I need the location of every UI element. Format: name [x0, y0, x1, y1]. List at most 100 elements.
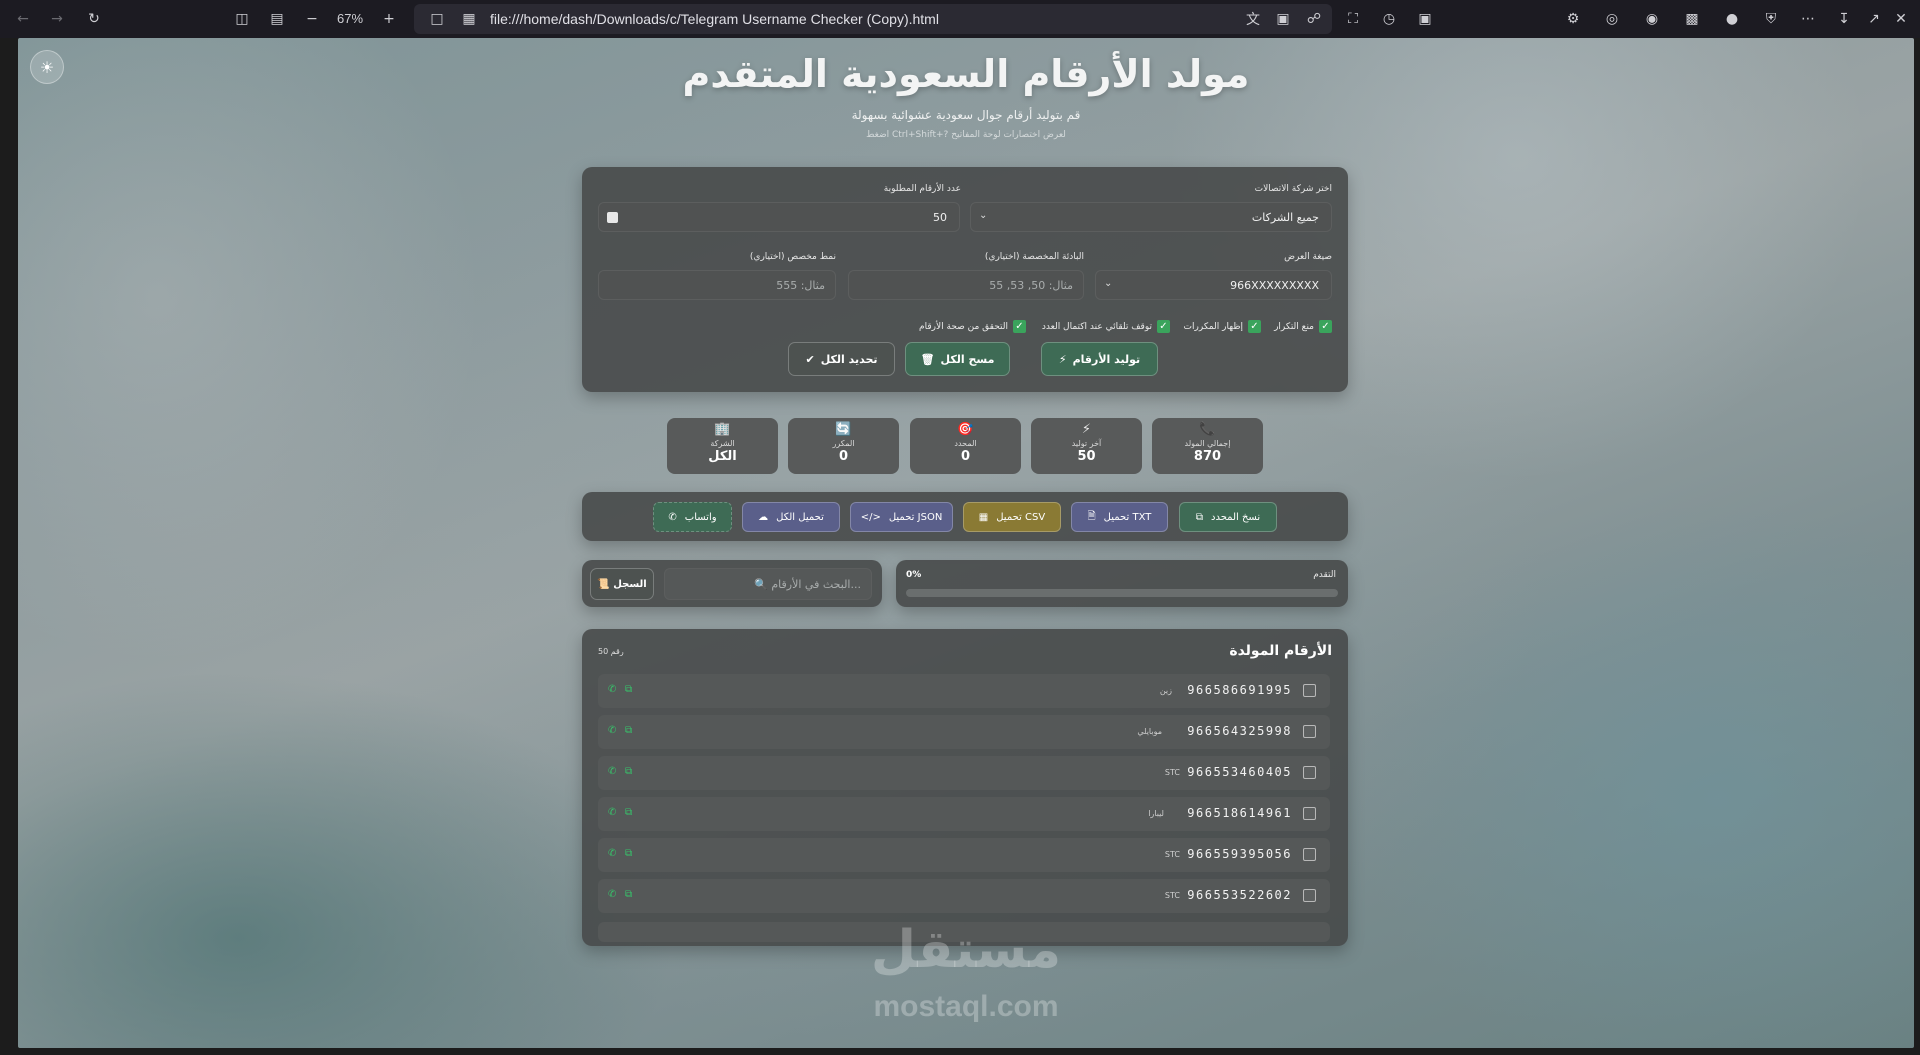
option-no-duplicates[interactable]: منع التكرار ✓	[1274, 320, 1332, 333]
phone-number[interactable]: 966564325998	[1187, 724, 1292, 738]
shield-icon[interactable]: ⛨	[1760, 8, 1782, 30]
phone-number[interactable]: 966553460405	[1187, 765, 1292, 779]
option-auto-stop[interactable]: توقف تلقائي عند اكتمال العدد ✓	[1042, 320, 1170, 333]
zoom-out-icon[interactable]: −	[301, 8, 323, 30]
count-input[interactable]: 50	[598, 202, 960, 232]
format-select[interactable]: 966XXXXXXXXX ⌄	[1095, 270, 1332, 300]
copy-selected-button[interactable]: ⧉ نسخ المحدد	[1179, 502, 1277, 532]
extensions-icon[interactable]: ⚙	[1562, 8, 1584, 30]
copy-icon[interactable]: ⧉	[625, 684, 632, 695]
download-txt-button[interactable]: 🗎 تحميل TXT	[1071, 502, 1168, 532]
stat-selected: 🎯 المحدد 0	[910, 418, 1021, 474]
history-button[interactable]: 📜 السجل	[590, 568, 654, 600]
carrier-tag: ليبارا	[1148, 809, 1164, 818]
row-checkbox[interactable]	[1303, 848, 1316, 861]
zoom-in-icon[interactable]: +	[378, 8, 400, 30]
option-label: توقف تلقائي عند اكتمال العدد	[1041, 321, 1152, 332]
bookmark-icon[interactable]: ☍	[1303, 8, 1325, 30]
copy-icon[interactable]: ⧉	[625, 848, 632, 859]
row-checkbox[interactable]	[1303, 684, 1316, 697]
sidebar-icon[interactable]: ◫	[231, 8, 253, 30]
results-title: الأرقام المولدة	[1229, 643, 1332, 659]
row-checkbox[interactable]	[1303, 889, 1316, 902]
pattern-input[interactable]: مثال: 555	[598, 270, 836, 300]
copy-icon[interactable]: ⧉	[625, 889, 632, 900]
extension-icon-4[interactable]: ●	[1721, 8, 1743, 30]
phone-icon: 📞	[1199, 422, 1216, 437]
chevron-down-icon: ⌄	[1104, 278, 1113, 289]
phone-icon[interactable]: ✆	[608, 889, 616, 900]
checkbox-checked-icon[interactable]: ✓	[1319, 320, 1332, 333]
download-csv-button[interactable]: ▦ تحميل CSV	[963, 502, 1061, 532]
phone-icon[interactable]: ✆	[608, 848, 616, 859]
reader-icon[interactable]: ▤	[266, 8, 288, 30]
translate-icon[interactable]: 文	[1242, 8, 1264, 30]
screenshot-icon[interactable]: ▣	[1414, 8, 1436, 30]
phone-icon[interactable]: ✆	[608, 725, 616, 736]
copy-icon[interactable]: ⧉	[625, 766, 632, 777]
url-bar[interactable]: □ ▦ file:///home/dash/Downloads/c/Telegr…	[414, 4, 1332, 34]
url-text[interactable]: file:///home/dash/Downloads/c/Telegram U…	[490, 11, 939, 27]
copy-icon[interactable]: ⧉	[625, 807, 632, 818]
search-card: 🔍 البحث في الأرقام... 📜 السجل	[582, 560, 882, 607]
stat-carrier: 🏢 الشركة الكل	[667, 418, 778, 474]
page-icon: □	[430, 11, 444, 27]
checkbox-checked-icon[interactable]: ✓	[1013, 320, 1026, 333]
phone-icon[interactable]: ✆	[608, 807, 616, 818]
table-row: 966586691995 زين ✆ ⧉	[598, 674, 1330, 708]
search-input[interactable]: 🔍 البحث في الأرقام...	[664, 568, 872, 600]
target-icon: 🎯	[957, 422, 974, 437]
phone-number[interactable]: 966559395056	[1187, 847, 1292, 861]
ublock-icon[interactable]: ◎	[1601, 8, 1623, 30]
select-all-button[interactable]: ✔ تحديد الكل	[788, 342, 895, 376]
extension-icon-2[interactable]: ◉	[1641, 8, 1663, 30]
phone-icon[interactable]: ✆	[608, 766, 616, 777]
page-subtitle: قم بتوليد أرقام جوال سعودية عشوائية بسهو…	[851, 108, 1081, 122]
copy-icon: ⧉	[1195, 511, 1204, 523]
count-value: 50	[933, 211, 947, 224]
fullscreen-icon[interactable]: ⛶	[1342, 8, 1364, 30]
history-icon[interactable]: ◷	[1378, 8, 1400, 30]
reload-icon[interactable]: ↻	[83, 8, 105, 30]
checkbox-checked-icon[interactable]: ✓	[1248, 320, 1261, 333]
whatsapp-button[interactable]: ✆ واتساب	[653, 502, 732, 532]
download-json-button[interactable]: </> تحميل JSON	[850, 502, 953, 532]
generate-button[interactable]: ⚡ توليد الأرقام	[1041, 342, 1158, 376]
stepper-icon[interactable]	[607, 212, 618, 223]
row-checkbox[interactable]	[1303, 725, 1316, 738]
close-icon[interactable]: ✕	[1890, 8, 1912, 30]
phone-icon[interactable]: ✆	[608, 684, 616, 695]
phone-number[interactable]: 966553522602	[1187, 888, 1292, 902]
option-show-duplicates[interactable]: إظهار المكررات ✓	[1184, 320, 1261, 333]
prefix-input[interactable]: مثال: 50, 53, 55	[848, 270, 1084, 300]
row-checkbox[interactable]	[1303, 766, 1316, 779]
watermark-brand: مستقل	[870, 920, 1062, 980]
site-info-icon[interactable]: ▦	[458, 8, 480, 30]
carrier-select[interactable]: جميع الشركات ⌄	[970, 202, 1332, 232]
carrier-tag: موبايلي	[1137, 727, 1162, 736]
download-icon[interactable]: ↧	[1833, 8, 1855, 30]
results-card: الأرقام المولدة 50 رقم 966586691995 زين ✆ ⧉…	[582, 629, 1348, 946]
menu-dots-icon[interactable]: ⋯	[1797, 8, 1819, 30]
phone-number[interactable]: 966518614961	[1187, 806, 1292, 820]
carrier-tag: STC	[1164, 850, 1180, 859]
download-all-button[interactable]: ☁ تحميل الكل	[742, 502, 840, 532]
back-icon[interactable]: ←	[12, 8, 34, 30]
page-title: مولد الأرقام السعودية المتقدم	[682, 52, 1250, 96]
option-label: التحقق من صحة الأرقام	[919, 321, 1008, 332]
extension-icon-3[interactable]: ▩	[1681, 8, 1703, 30]
progress-value: 0%	[906, 570, 922, 580]
restore-icon[interactable]: ↗	[1863, 8, 1885, 30]
clear-all-button[interactable]: 🗑 مسح الكل	[905, 342, 1010, 376]
phone-number[interactable]: 966586691995	[1187, 683, 1292, 697]
zoom-level[interactable]: 67%	[337, 11, 363, 26]
forward-icon[interactable]: →	[46, 8, 68, 30]
translate-page-icon[interactable]: ▣	[1272, 8, 1294, 30]
building-icon: 🏢	[714, 422, 731, 437]
table-icon: ▦	[978, 511, 989, 523]
checkbox-checked-icon[interactable]: ✓	[1157, 320, 1170, 333]
copy-icon[interactable]: ⧉	[625, 725, 632, 736]
option-validate[interactable]: التحقق من صحة الأرقام ✓	[919, 320, 1026, 333]
stat-duplicates: 🔄 المكرر 0	[788, 418, 899, 474]
row-checkbox[interactable]	[1303, 807, 1316, 820]
